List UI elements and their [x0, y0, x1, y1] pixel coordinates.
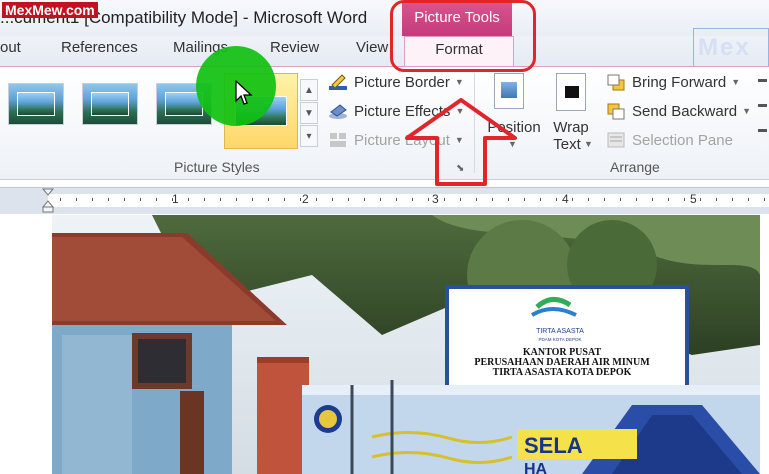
ruler-tick: [156, 198, 157, 201]
gallery-scroll: ▲ ▼ ▾: [300, 79, 318, 149]
ruler-tick: [300, 198, 301, 201]
ruler-number: 1: [172, 192, 179, 206]
sign-sub: PDAM KOTA DEPOK: [539, 337, 582, 342]
ruler-tick: [444, 198, 445, 201]
tab-view[interactable]: View: [356, 39, 388, 56]
ruler-number: 2: [302, 192, 309, 206]
ruler-tick: [60, 198, 61, 201]
ruler-tick: [252, 198, 253, 201]
ruler-number: 3: [432, 192, 439, 206]
ruler-tick: [460, 198, 461, 201]
ruler-tick: [332, 198, 333, 201]
ruler-tick: [508, 198, 509, 201]
chevron-down-icon: ▼: [454, 77, 464, 87]
ruler-tick: [284, 198, 285, 201]
ribbon-format: ▲ ▼ ▾ Picture Border ▼ Picture Effects ▼…: [0, 66, 769, 180]
tab-references[interactable]: References: [61, 39, 138, 56]
ruler-tick: [700, 198, 701, 201]
title-bar: ...cument1 [Compatibility Mode] - Micros…: [0, 0, 769, 36]
chevron-down-icon: ▼: [731, 77, 741, 87]
document-picture[interactable]: TIRTA ASASTA PDAM KOTA DEPOK KANTOR PUSA…: [52, 215, 760, 474]
ruler-tick: [188, 198, 189, 201]
ruler-tick: [604, 198, 605, 201]
layout-icon: [328, 131, 348, 149]
ruler-tick: [588, 198, 589, 201]
bring-forward-label: Bring Forward: [632, 73, 727, 91]
ruler-tick: [716, 198, 717, 201]
ruler-tick: [124, 198, 125, 201]
ruler-tick: [236, 198, 237, 201]
ruler-tick: [204, 198, 205, 201]
ruler-tick: [748, 198, 749, 201]
tab-layout[interactable]: out: [0, 39, 21, 56]
red-arrow-icon: [405, 98, 517, 186]
ruler-number: 4: [562, 192, 569, 206]
watermark-box: Mex: [693, 28, 769, 68]
picture-border-button[interactable]: Picture Border ▼: [328, 71, 464, 93]
ruler-tick: [140, 198, 141, 201]
sign-company: TIRTA ASASTA: [536, 328, 584, 335]
ruler-tick: [316, 198, 317, 201]
ruler-tick: [76, 198, 77, 201]
wrap-text-label-1[interactable]: Wrap: [546, 119, 596, 136]
ruler-tick: [220, 198, 221, 201]
gallery-up-icon[interactable]: ▲: [300, 79, 318, 101]
sign-line-3: TIRTA ASASTA KOTA DEPOK: [493, 367, 632, 378]
ruler-tick: [572, 198, 573, 201]
indent-marker-icon[interactable]: [42, 187, 54, 213]
ruler-number: 5: [690, 192, 697, 206]
gallery-more-icon[interactable]: ▾: [300, 125, 318, 147]
picture-style-thumb-1[interactable]: [8, 83, 64, 125]
bring-forward-icon: [606, 73, 626, 91]
pencil-border-icon: [328, 73, 348, 91]
ruler-tick: [428, 198, 429, 201]
chevron-down-icon: ▼: [742, 106, 751, 116]
ruler-tick: [668, 198, 669, 201]
watermark-logo: MexMew.com: [2, 2, 98, 18]
ruler-tick: [684, 198, 685, 201]
ruler-tick: [108, 198, 109, 201]
ruler-tick: [764, 198, 765, 201]
ruler-tick: [476, 198, 477, 201]
send-backward-button[interactable]: Send Backward ▼: [606, 100, 751, 122]
ruler-tick: [92, 198, 93, 201]
ruler-tick: [348, 198, 349, 201]
group-label-arrange: Arrange: [610, 159, 660, 175]
ruler-tick: [412, 198, 413, 201]
ruler-tick: [620, 198, 621, 201]
tab-review[interactable]: Review: [270, 39, 319, 56]
horizontal-ruler[interactable]: 1 2 3 4 5: [0, 187, 769, 214]
ruler-tick: [364, 198, 365, 201]
ruler-tick: [636, 198, 637, 201]
ruler-tick: [268, 198, 269, 201]
ruler-tick: [732, 198, 733, 201]
banner-text: SELA: [524, 433, 583, 458]
banner-text-2: HA: [524, 461, 548, 474]
wrap-text-icon[interactable]: [556, 73, 586, 111]
send-backward-label: Send Backward: [632, 102, 738, 120]
ruler-tick: [556, 198, 557, 201]
ruler-tick: [492, 198, 493, 201]
bring-forward-button[interactable]: Bring Forward ▼: [606, 71, 740, 93]
picture-border-label: Picture Border: [354, 73, 450, 91]
ribbon-tabs: out References Mailings Review View: [0, 36, 769, 66]
group-label-picture-styles: Picture Styles: [174, 159, 260, 175]
gallery-down-icon[interactable]: ▼: [300, 102, 318, 124]
ruler-tick: [396, 198, 397, 201]
chevron-down-icon: ▼: [584, 139, 593, 149]
selection-pane-label: Selection Pane: [632, 131, 733, 149]
picture-style-thumb-2[interactable]: [82, 83, 138, 125]
ruler-tick: [380, 198, 381, 201]
ruler-tick: [540, 198, 541, 201]
align-icon[interactable]: [758, 75, 769, 145]
mouse-pointer-icon: [235, 80, 253, 105]
ruler-tick: [652, 198, 653, 201]
send-backward-icon: [606, 102, 626, 120]
effects-icon: [328, 102, 348, 120]
selection-pane-icon: [606, 131, 626, 149]
ruler-tick: [172, 198, 173, 201]
selection-pane-button[interactable]: Selection Pane: [606, 129, 733, 151]
ruler-tick: [524, 198, 525, 201]
highlight-box: [390, 0, 536, 72]
